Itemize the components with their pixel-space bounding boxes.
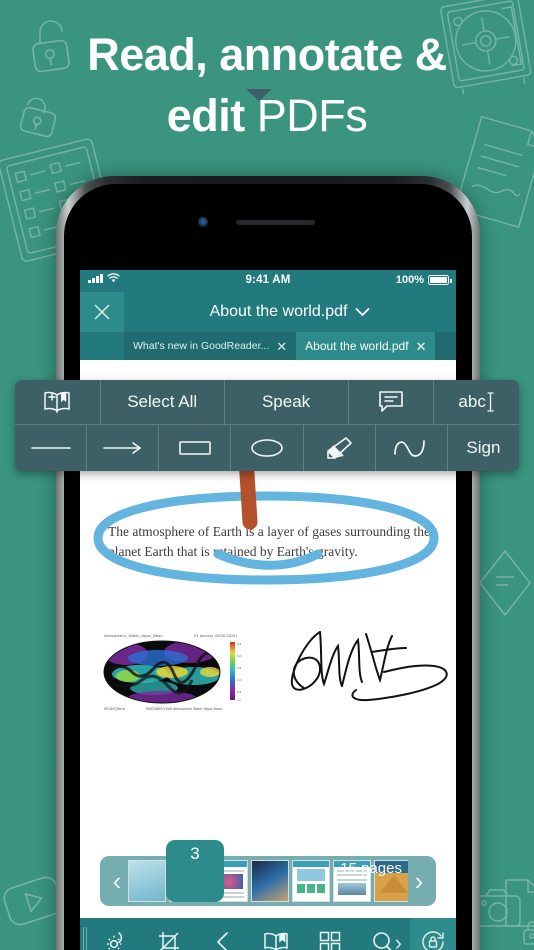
rectangle-tool-button[interactable] — [158, 425, 230, 471]
close-x-icon[interactable]: ✕ — [276, 340, 287, 353]
abc-label: abc — [458, 392, 486, 411]
bookmarks-button[interactable] — [250, 931, 304, 950]
page-grid-button[interactable] — [303, 931, 357, 950]
svg-text:0.5: 0.5 — [237, 690, 241, 694]
ellipse-icon — [251, 439, 283, 457]
add-bookmark-button[interactable] — [15, 380, 100, 424]
current-page-number: 3 — [190, 844, 200, 863]
select-all-button[interactable]: Select All — [99, 380, 224, 424]
rotation-lock-icon — [422, 931, 444, 950]
status-right: 100% — [395, 274, 452, 286]
comment-button[interactable] — [347, 380, 434, 424]
book-plus-icon — [44, 391, 71, 413]
status-bar: 9:41 AM 100% — [80, 270, 456, 292]
current-page-badge: 3 — [166, 840, 224, 902]
document-title-group[interactable]: About the world.pdf — [124, 292, 456, 332]
svg-text:5.0: 5.0 — [237, 654, 241, 658]
sign-label: Sign — [466, 438, 501, 457]
list-item[interactable] — [292, 860, 330, 902]
arrow-right-icon — [102, 442, 142, 454]
squiggle-icon — [394, 440, 426, 457]
speak-label: Speak — [261, 392, 311, 411]
document-title-bar: About the world.pdf — [80, 292, 456, 332]
headline-line-2-bold: edit — [166, 90, 246, 141]
speech-bubble-icon — [379, 391, 403, 412]
back-button[interactable] — [196, 930, 250, 950]
line-tool-button[interactable] — [15, 425, 86, 471]
list-item[interactable] — [251, 860, 289, 902]
line-icon — [30, 447, 71, 449]
chevron-down-icon — [356, 308, 370, 316]
tab-label: What's new in GoodReader... — [133, 340, 270, 352]
text-cursor-icon — [487, 392, 494, 412]
svg-text:3.5: 3.5 — [237, 666, 241, 670]
tab-bar: What's new in GoodReader... ✕ About the … — [80, 332, 456, 360]
close-document-button[interactable] — [80, 292, 124, 332]
close-x-icon[interactable]: ✕ — [416, 340, 427, 353]
svg-text:cm: cm — [237, 699, 241, 702]
chevron-right-icon[interactable]: › — [408, 868, 430, 894]
svg-text:2.0: 2.0 — [237, 678, 241, 682]
freehand-tool-button[interactable] — [374, 425, 447, 471]
annotation-toolbar-row-2: Sign — [15, 425, 519, 471]
rectangle-icon — [179, 441, 211, 455]
front-camera-icon — [198, 217, 208, 227]
svg-text:01 January (2000-2020): 01 January (2000-2020) — [194, 634, 237, 638]
grid-icon — [319, 931, 340, 950]
chevron-right-icon[interactable]: › — [395, 930, 402, 950]
tab-label: About the world.pdf — [305, 339, 409, 353]
page-title: About the world.pdf — [209, 303, 348, 320]
select-all-label: Select All — [127, 392, 198, 411]
rotation-lock-button[interactable] — [410, 918, 456, 950]
tab-about-the-world[interactable]: About the world.pdf ✕ — [296, 332, 436, 360]
speak-button[interactable]: Speak — [223, 380, 348, 424]
open-book-icon — [264, 932, 288, 950]
eraser-tool-button[interactable] — [302, 425, 375, 471]
diamond-outline-icon — [474, 545, 534, 621]
svg-text:Atmospheric_Water_Vapor_Mean: Atmospheric_Water_Vapor_Mean — [104, 634, 163, 638]
svg-text:6.5: 6.5 — [237, 642, 241, 646]
crop-button[interactable] — [143, 930, 197, 950]
arrow-tool-button[interactable] — [86, 425, 158, 471]
document-paragraph-2: The atmosphere of Earth is a layer of ga… — [108, 523, 430, 559]
eraser-icon — [327, 437, 352, 459]
close-x-icon — [94, 304, 110, 320]
sign-tool-button[interactable]: Sign — [446, 425, 519, 471]
phone-screen: 9:41 AM 100% About the world.pdf What's … — [80, 270, 456, 950]
tab-whats-new[interactable]: What's new in GoodReader... ✕ — [124, 332, 297, 360]
chevron-left-icon — [216, 932, 228, 950]
battery-percent-label: 100% — [395, 274, 424, 286]
search-icon — [373, 932, 392, 950]
battery-full-icon — [428, 275, 452, 285]
promo-screenshot: Read, annotate & edit PDFs 9:41 AM 100% … — [0, 0, 534, 950]
annotation-toolbar-row-1: Select All Speak abc — [15, 380, 519, 425]
handwritten-signature — [280, 622, 455, 717]
annotation-toolbar: Select All Speak abc Sign — [15, 380, 519, 471]
list-item[interactable] — [128, 860, 166, 902]
toolbar-pointer-tail — [246, 89, 272, 101]
phone-mockup: 9:41 AM 100% About the world.pdf What's … — [56, 176, 480, 950]
bottom-toolbar: › — [80, 918, 456, 950]
phone-bezel: 9:41 AM 100% About the world.pdf What's … — [64, 184, 472, 950]
earpiece-speaker — [236, 220, 315, 225]
svg-text:MODIS/Terra: MODIS/Terra — [104, 707, 125, 711]
chevron-left-icon[interactable]: ‹ — [106, 868, 128, 894]
text-box-button[interactable]: abc — [433, 380, 519, 424]
page-thumbnail-strip[interactable]: ‹ › 3 15 pages — [100, 840, 436, 906]
page-count-label: 15 pages — [340, 860, 402, 877]
svg-text:MOD08M3.V006 Atmosphere Water: MOD08M3.V006 Atmosphere Water Vapor Mean — [146, 707, 222, 711]
brightness-button[interactable] — [89, 930, 143, 950]
headline-line-1: Read, annotate & — [87, 29, 447, 80]
brightness-icon — [106, 932, 122, 950]
crop-icon — [159, 932, 180, 950]
world-map-figure: Atmospheric_Water_Vapor_Mean 01 January … — [98, 628, 250, 716]
promo-headline: Read, annotate & edit PDFs — [0, 24, 534, 146]
ellipse-tool-button[interactable] — [230, 425, 302, 471]
